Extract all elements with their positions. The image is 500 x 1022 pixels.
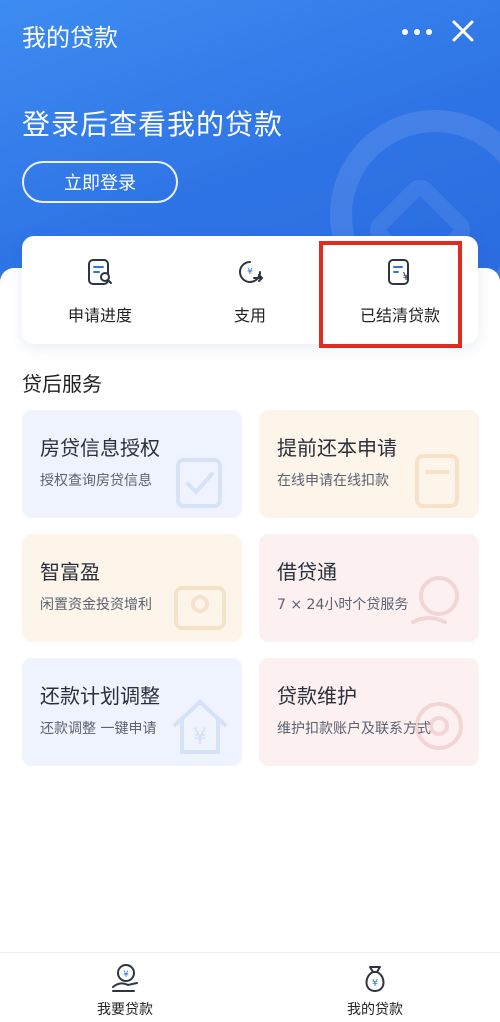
close-icon[interactable] <box>450 18 476 44</box>
svg-text:¥: ¥ <box>247 267 253 277</box>
quick-action-drawdown[interactable]: ¥ 支用 <box>190 236 310 344</box>
page-title: 我的贷款 <box>22 24 118 52</box>
service-title: 贷款维护 <box>277 684 357 708</box>
service-subtitle: 7 × 24小时个贷服务 <box>277 597 409 613</box>
yuan-circle-arrow-icon: ¥ <box>239 261 263 283</box>
service-tile-loan-maintenance[interactable]: 贷款维护 维护扣款账户及联系方式 <box>259 658 479 766</box>
highlight-box <box>319 241 462 348</box>
service-title: 房贷信息授权 <box>40 436 160 460</box>
service-subtitle: 维护扣款账户及联系方式 <box>277 721 431 737</box>
service-subtitle: 还款调整 一键申请 <box>40 721 157 737</box>
service-tile-mortgage-auth[interactable]: 房贷信息授权 授权查询房贷信息 <box>22 410 242 518</box>
service-subtitle: 授权查询房贷信息 <box>40 473 152 489</box>
quick-action-label: 申请进度 <box>67 306 132 325</box>
quick-action-label: 支用 <box>233 306 266 325</box>
tab-label: 我要贷款 <box>97 1002 153 1018</box>
service-subtitle: 闲置资金投资增利 <box>40 597 152 613</box>
svg-text:¥: ¥ <box>123 970 129 980</box>
hand-coin-icon: ¥ <box>112 964 138 992</box>
shield-check-icon <box>176 458 222 508</box>
service-tile-repayment-plan[interactable]: ¥ 还款计划调整 还款调整 一键申请 <box>22 658 242 766</box>
service-title: 提前还本申请 <box>277 436 397 460</box>
house-yuan-icon: ¥ <box>172 700 228 754</box>
document-search-icon <box>88 259 112 285</box>
service-title: 还款计划调整 <box>40 684 160 708</box>
service-tile-prepayment[interactable]: 提前还本申请 在线申请在线扣款 <box>259 410 479 518</box>
bottom-tab-bar: ¥ 我要贷款 ¥ 我的贷款 <box>0 952 500 1022</box>
quick-action-apply-progress[interactable]: 申请进度 <box>40 236 160 344</box>
service-title: 智富盈 <box>40 560 100 584</box>
tab-my-loans[interactable]: ¥ 我的贷款 <box>295 953 455 1022</box>
tab-apply-loan[interactable]: ¥ 我要贷款 <box>45 953 205 1022</box>
document-icon <box>415 454 459 508</box>
money-bag-icon: ¥ <box>365 966 385 992</box>
svg-text:¥: ¥ <box>193 725 207 750</box>
login-prompt-headline: 登录后查看我的贷款 <box>22 108 284 141</box>
coin-hand-icon <box>411 576 459 624</box>
more-icon[interactable] <box>402 27 432 37</box>
service-title: 借贷通 <box>277 560 337 584</box>
svg-text:¥: ¥ <box>372 978 378 989</box>
service-tile-jiedaitong[interactable]: 借贷通 7 × 24小时个贷服务 <box>259 534 479 642</box>
service-tile-zhifuying[interactable]: 智富盈 闲置资金投资增利 <box>22 534 242 642</box>
tab-label: 我的贷款 <box>347 1002 403 1018</box>
service-subtitle: 在线申请在线扣款 <box>277 473 389 489</box>
section-title: 贷后服务 <box>22 372 102 396</box>
login-button[interactable]: 立即登录 <box>22 161 178 203</box>
wallet-icon <box>174 586 226 630</box>
